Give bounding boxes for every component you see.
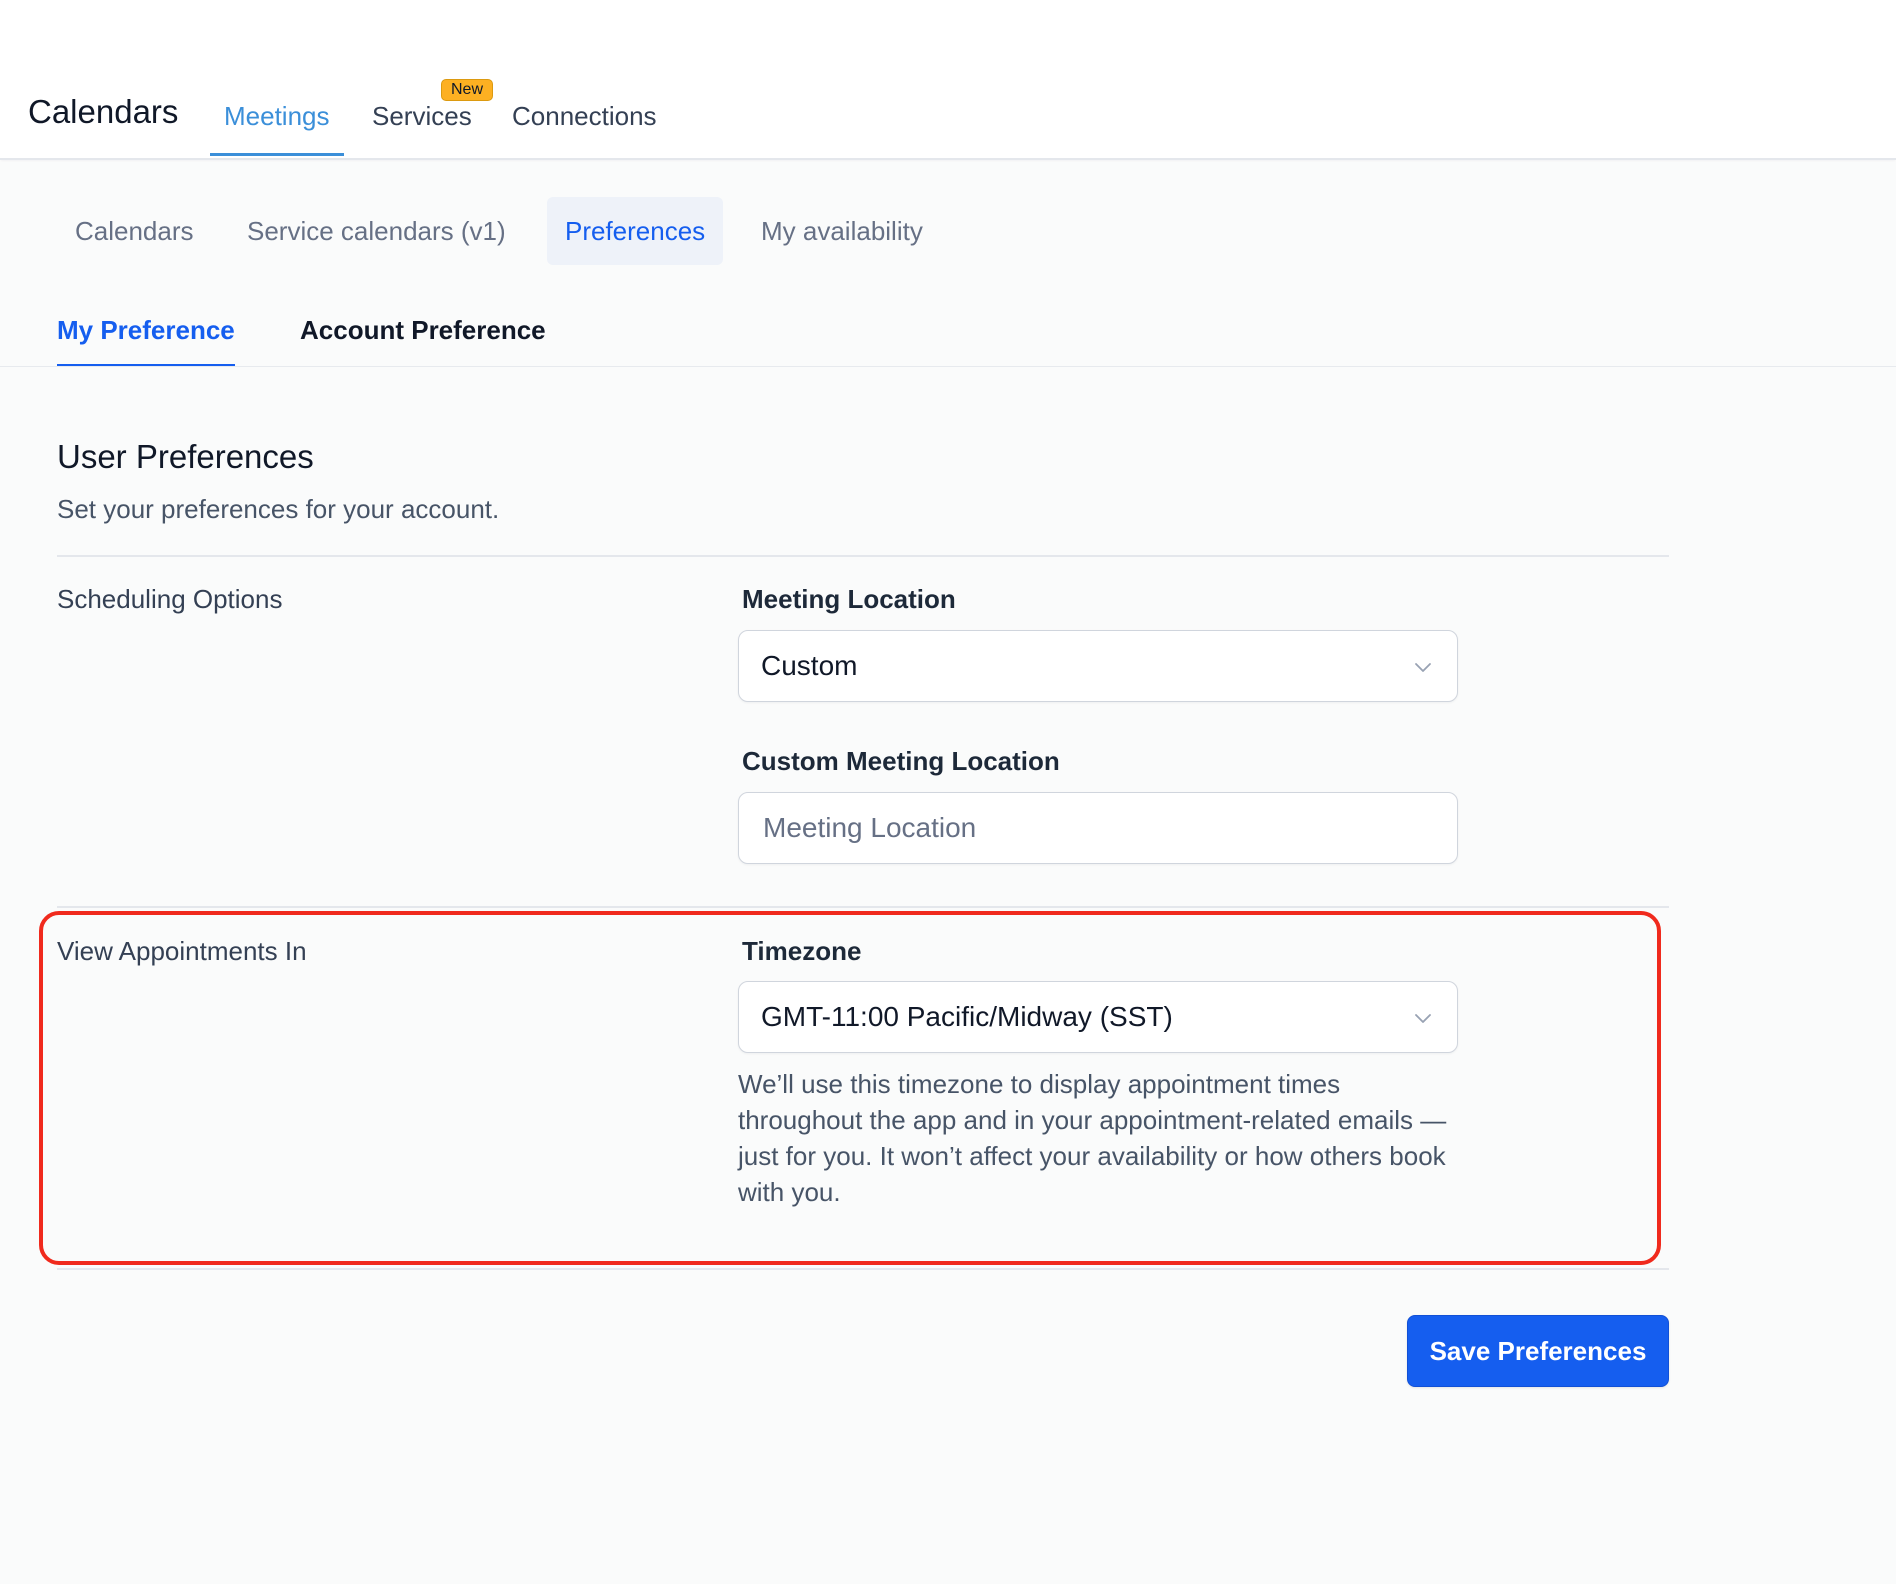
timezone-value: GMT-11:00 Pacific/Midway (SST) bbox=[761, 1001, 1173, 1032]
meeting-location-select[interactable]: Custom bbox=[738, 630, 1458, 702]
meeting-location-value: Custom bbox=[761, 650, 858, 681]
chevron-down-icon bbox=[1415, 663, 1431, 672]
tab-meetings[interactable]: Meetings bbox=[224, 96, 330, 136]
view-appointments-label: View Appointments In bbox=[57, 936, 307, 966]
custom-meeting-location-field[interactable] bbox=[738, 792, 1458, 864]
app-title: Calendars bbox=[28, 93, 179, 130]
row-divider bbox=[57, 906, 1669, 908]
timezone-select[interactable]: GMT-11:00 Pacific/Midway (SST) bbox=[738, 981, 1458, 1053]
section-title: User Preferences bbox=[57, 438, 314, 475]
save-preferences-button[interactable]: Save Preferences bbox=[1407, 1315, 1669, 1387]
subtab-preferences[interactable]: Preferences bbox=[547, 197, 724, 265]
timezone-label: Timezone bbox=[742, 936, 862, 966]
chevron-down-icon bbox=[1415, 1014, 1431, 1023]
subtab-service-calendars[interactable]: Service calendars (v1) bbox=[229, 197, 524, 265]
tab-my-preference[interactable]: My Preference bbox=[57, 310, 235, 350]
active-tab-indicator bbox=[210, 153, 344, 156]
custom-meeting-location-input[interactable] bbox=[763, 807, 1423, 849]
tabs-divider bbox=[0, 366, 1896, 367]
tab-account-preference[interactable]: Account Preference bbox=[300, 310, 546, 350]
timezone-help-text: We’ll use this timezone to display appoi… bbox=[738, 1069, 1447, 1207]
meeting-location-label: Meeting Location bbox=[742, 584, 956, 614]
scheduling-options-label: Scheduling Options bbox=[57, 584, 283, 614]
row-divider bbox=[57, 1268, 1669, 1270]
subtab-calendars[interactable]: Calendars bbox=[57, 197, 212, 265]
tab-connections[interactable]: Connections bbox=[512, 96, 657, 136]
tab-services[interactable]: Services bbox=[372, 96, 472, 136]
section-subtitle: Set your preferences for your account. bbox=[57, 494, 500, 524]
top-navigation-bar: Calendars Meetings New Services Connecti… bbox=[0, 0, 1896, 160]
subtab-my-availability[interactable]: My availability bbox=[743, 197, 941, 265]
section-divider bbox=[57, 555, 1669, 557]
custom-meeting-location-label: Custom Meeting Location bbox=[742, 746, 1060, 776]
